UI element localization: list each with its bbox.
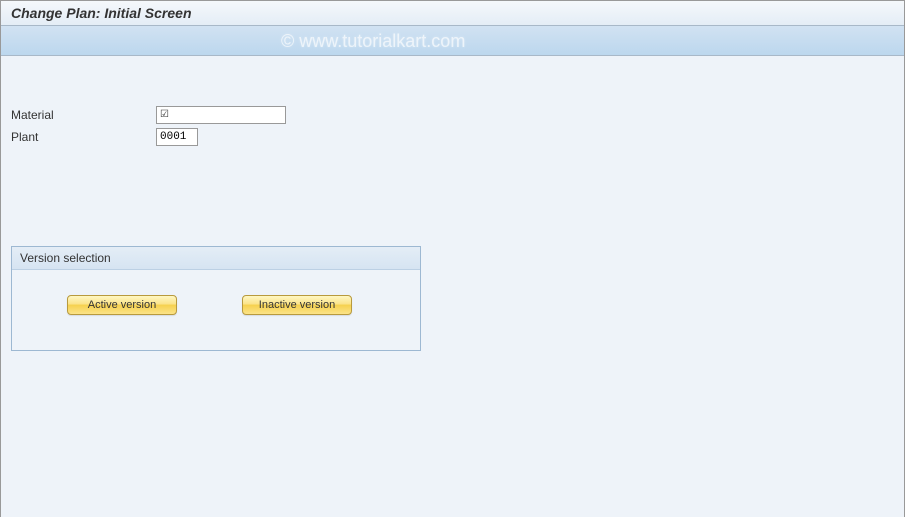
watermark-text: © www.tutorialkart.com: [281, 31, 465, 52]
page-title: Change Plan: Initial Screen: [11, 5, 192, 21]
plant-label: Plant: [11, 130, 156, 144]
groupbox-title: Version selection: [12, 247, 420, 270]
inactive-version-button[interactable]: Inactive version: [242, 295, 352, 315]
field-row-material: Material ☑: [11, 106, 894, 124]
groupbox-body: Active version Inactive version: [12, 270, 420, 325]
toolbar: © www.tutorialkart.com: [1, 26, 904, 56]
material-input[interactable]: ☑: [156, 106, 286, 124]
material-label: Material: [11, 108, 156, 122]
plant-input[interactable]: [156, 128, 198, 146]
title-bar: Change Plan: Initial Screen: [1, 1, 904, 26]
version-selection-group: Version selection Active version Inactiv…: [11, 246, 421, 351]
content-area: Material ☑ Plant Version selection Activ…: [1, 56, 904, 517]
field-row-plant: Plant: [11, 128, 894, 146]
active-version-button[interactable]: Active version: [67, 295, 177, 315]
check-icon: ☑: [160, 108, 169, 122]
